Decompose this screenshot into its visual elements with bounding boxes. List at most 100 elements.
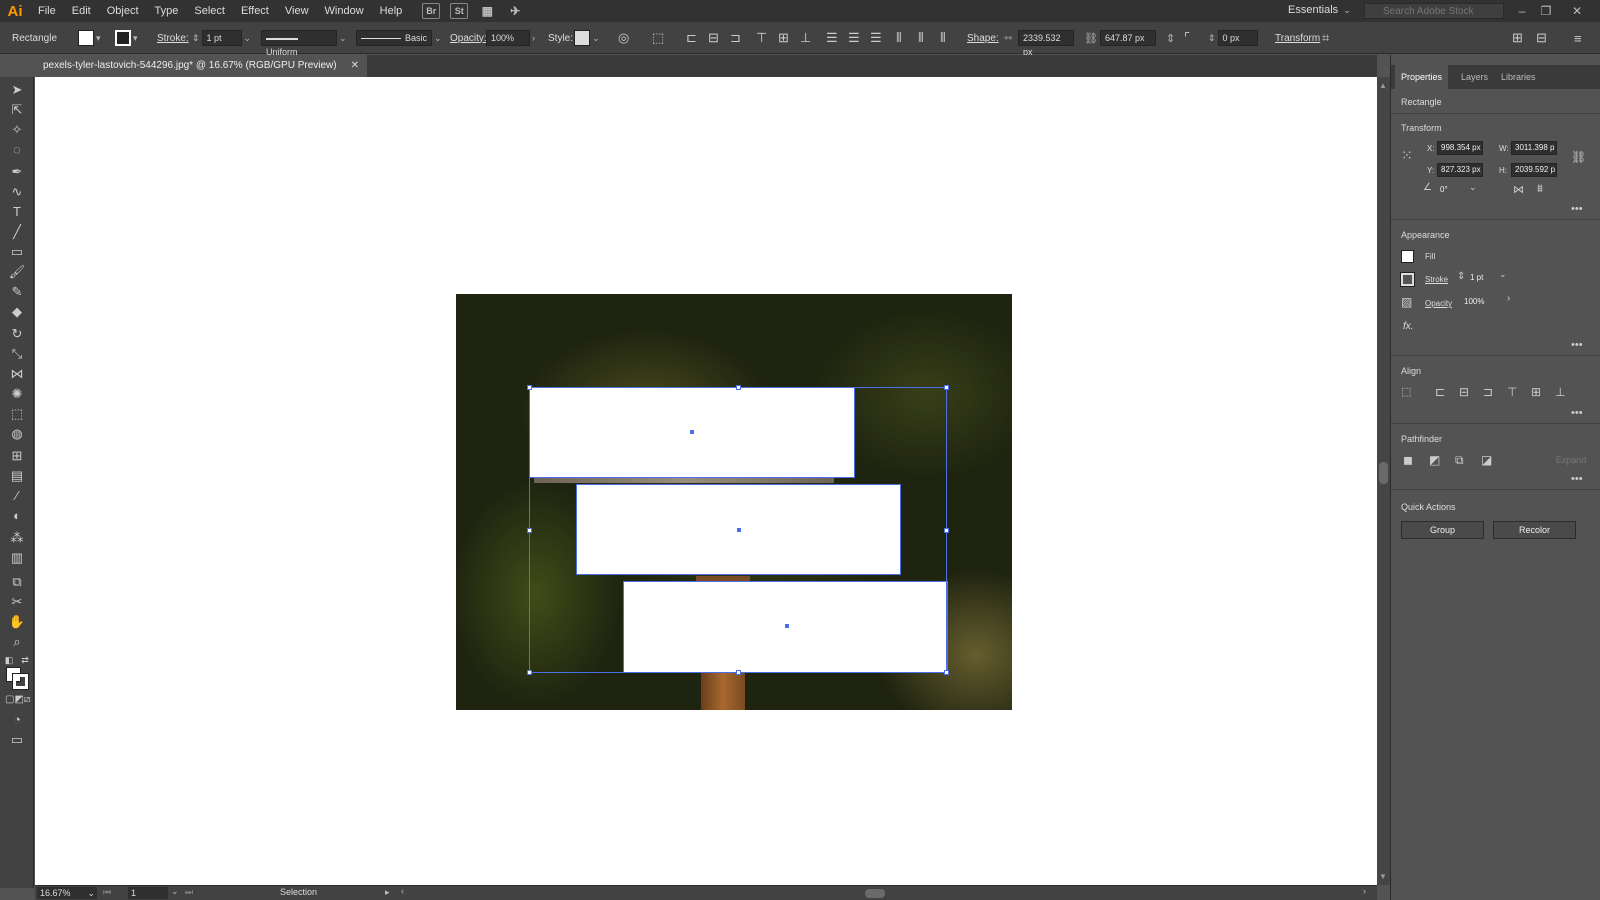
slice-tool-icon[interactable]: ✂ [7,593,27,611]
perspective-grid-tool-icon[interactable]: ⊞ [7,447,27,465]
vertical-align-center-icon[interactable]: ⊞ [778,22,789,54]
column-graph-tool-icon[interactable]: ▥ [7,549,27,567]
menu-window[interactable]: Window [317,0,372,22]
arrange-documents-icon[interactable]: ▦ [478,3,496,19]
tab-properties[interactable]: Properties [1395,65,1449,89]
restore-icon[interactable]: ❐ [1535,2,1557,20]
isolate-object-icon[interactable]: ⌗ [1322,22,1329,54]
stroke-swatch[interactable] [1400,272,1415,287]
corner-radius-field[interactable]: ⇕ 0 px [1206,22,1258,54]
stroke-swatch[interactable]: ▾ [115,22,138,54]
stepper-icon[interactable]: ⇕ [192,33,200,44]
swap-fill-stroke-icon[interactable]: ⇄ [20,651,30,669]
menu-effect[interactable]: Effect [233,0,277,22]
color-gradient-none-icon[interactable]: ▢◩⧄ [5,691,30,709]
scroll-down-icon[interactable]: ▼ [1379,872,1387,881]
chevron-right-icon[interactable]: › [1507,293,1510,304]
stock-icon[interactable]: St [450,3,469,19]
expand-button[interactable]: Expand [1551,452,1591,470]
zoom-tool-icon[interactable]: ⌕ [7,633,27,651]
horizontal-align-right-icon[interactable]: ⊐ [1483,385,1493,399]
rotate-angle-field[interactable]: 0° [1437,184,1467,198]
opacity-field[interactable]: 100% › [486,22,535,54]
tab-layers[interactable]: Layers [1455,65,1494,89]
direct-selection-tool-icon[interactable]: ⇱ [7,101,27,119]
close-window-icon[interactable]: ✕ [1566,2,1588,20]
align-to-icon[interactable]: ⬚ [1401,385,1411,398]
search-stock-input[interactable] [1364,3,1504,19]
minimize-icon[interactable]: – [1511,2,1533,20]
horizontal-align-center-icon[interactable]: ⊟ [708,22,719,54]
rotate-tool-icon[interactable]: ↻ [7,325,27,343]
transform-label[interactable]: Transform [1275,22,1320,54]
y-position-field[interactable]: 827.323 px [1437,163,1483,177]
align-to-selection-icon[interactable]: ⬚ [652,22,664,54]
fill-swatch[interactable]: ▾ [78,22,101,54]
resize-handle[interactable] [527,385,532,390]
bridge-icon[interactable]: Br [422,3,441,19]
width-tool-icon[interactable]: ⋈ [7,365,27,383]
drawing-mode-icon[interactable]: ◔ [7,711,27,729]
reference-point-icon[interactable]: ⁙ [1401,147,1413,164]
free-transform-tool-icon[interactable]: ⬚ [7,405,27,423]
group-button[interactable]: Group [1401,521,1484,539]
resize-handle[interactable] [944,385,949,390]
curvature-tool-icon[interactable]: ∿ [7,183,27,201]
lasso-tool-icon[interactable]: ◌ [7,141,27,159]
recolor-artwork-icon[interactable]: ◎ [618,22,629,54]
menu-help[interactable]: Help [372,0,411,22]
type-tool-icon[interactable]: T [7,203,27,221]
corner-type-icon[interactable]: ⌜ [1184,22,1190,54]
vertical-align-top-icon[interactable]: ⊤ [756,22,767,54]
constrain-proportions-icon[interactable]: ⛓ [1571,150,1586,164]
menu-object[interactable]: Object [99,0,147,22]
vertical-align-top-icon[interactable]: ⊤ [1507,385,1517,399]
magic-wand-tool-icon[interactable]: ✧ [7,121,27,139]
variable-width-profile[interactable]: Uniform ⌄ [261,22,347,57]
width-field[interactable]: 3011.398 p [1511,141,1557,155]
fill-swatch[interactable] [1401,250,1414,263]
panel-menu-icon[interactable]: ⊟ [1536,22,1547,54]
more-options-icon[interactable]: ≡ [1574,22,1582,54]
horizontal-align-center-icon[interactable]: ⊟ [1459,385,1469,399]
selection-tool-icon[interactable]: ➤ [7,81,27,99]
screen-mode-icon[interactable]: ▭ [7,731,27,749]
shape-builder-tool-icon[interactable]: ◍ [7,425,27,443]
chevron-down-icon[interactable]: ⌄ [171,886,179,897]
puppet-warp-tool-icon[interactable]: ✺ [7,385,27,403]
stepper-icon[interactable]: ⇕ [1208,33,1216,44]
horizontal-align-left-icon[interactable]: ⊏ [686,22,697,54]
chevron-right-icon[interactable]: › [532,33,535,43]
pen-tool-icon[interactable]: ✒ [7,163,27,181]
scale-tool-icon[interactable]: ⤡ [7,345,27,363]
graphic-style-swatch[interactable]: ⌄ [574,22,600,54]
horizontal-distribute-right-icon[interactable]: ⦀ [940,22,946,54]
chevron-down-icon[interactable]: ⌄ [1499,269,1507,280]
horizontal-distribute-left-icon[interactable]: ⦀ [896,22,902,54]
artboard-canvas[interactable] [35,77,1377,885]
gradient-tool-icon[interactable]: ▤ [7,467,27,485]
vertical-distribute-center-icon[interactable]: ☰ [848,22,860,54]
stroke-weight-field[interactable]: ⇕ 1 pt ⌄ [190,22,251,54]
menu-type[interactable]: Type [147,0,187,22]
height-field[interactable]: 2039.592 p [1511,163,1557,177]
more-options-icon[interactable]: ••• [1571,339,1583,351]
chevron-right-icon[interactable]: ▸ [385,887,390,898]
shape-label[interactable]: Shape: [967,22,999,54]
eraser-tool-icon[interactable]: ◆ [7,303,27,321]
current-tool-status[interactable]: Selection [280,887,317,897]
exclude-icon[interactable]: ◪ [1481,453,1492,467]
stepper-icon[interactable]: ⇕ [1457,271,1465,282]
menu-select[interactable]: Select [186,0,233,22]
flip-vertical-icon[interactable]: ⩩ [1537,183,1543,196]
vertical-distribute-bottom-icon[interactable]: ☰ [870,22,882,54]
brush-definition[interactable]: Basic ⌄ [356,22,442,54]
x-position-field[interactable]: 998.354 px [1437,141,1483,155]
resize-handle[interactable] [736,385,741,390]
horizontal-align-left-icon[interactable]: ⊏ [1435,385,1445,399]
constrain-proportions-icon[interactable]: ⛓ [1082,22,1098,54]
flip-horizontal-icon[interactable]: ⋈ [1513,183,1524,196]
horizontal-align-right-icon[interactable]: ⊐ [730,22,741,54]
symbol-sprayer-tool-icon[interactable]: ⁂ [7,529,27,547]
more-options-icon[interactable]: ••• [1571,203,1583,215]
